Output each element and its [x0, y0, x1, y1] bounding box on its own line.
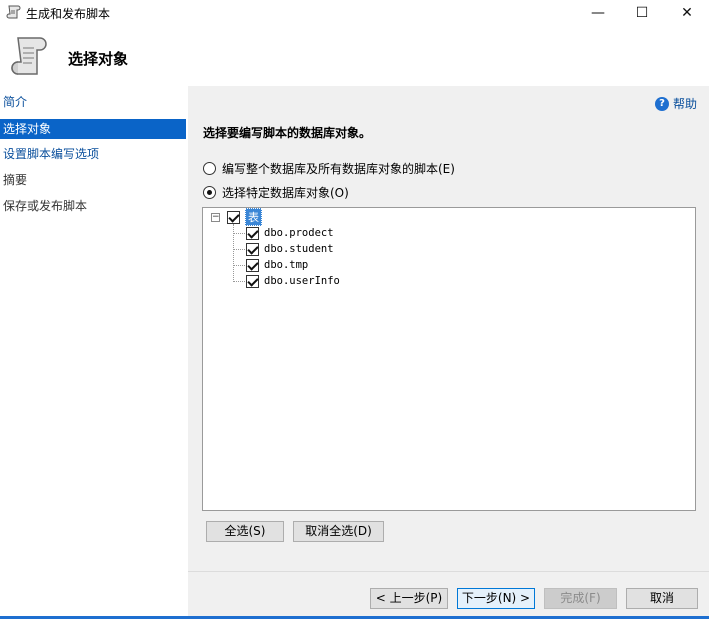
- close-button[interactable]: ✕: [664, 0, 709, 26]
- script-scroll-icon: [11, 37, 47, 75]
- nav-item-scripting-options[interactable]: 设置脚本编写选项: [0, 144, 186, 164]
- checkbox[interactable]: [246, 226, 259, 240]
- nav-item-intro[interactable]: 简介: [0, 92, 186, 112]
- main-panel: ? 帮助 选择要编写脚本的数据库对象。 编写整个数据库及所有数据库对象的脚本(E…: [188, 86, 709, 616]
- section-title: 选择要编写脚本的数据库对象。: [203, 126, 372, 140]
- close-icon: ✕: [681, 5, 693, 21]
- wizard-header: 选择对象: [0, 26, 709, 86]
- help-link[interactable]: ? 帮助: [654, 95, 697, 112]
- tree-node-table[interactable]: dbo.tmp: [246, 257, 308, 273]
- tree-node-label: dbo.prodect: [264, 227, 334, 239]
- tree-node-label: dbo.tmp: [264, 259, 309, 271]
- tree-node-label: dbo.student: [264, 243, 334, 255]
- previous-button[interactable]: < 上一步(P): [370, 588, 448, 609]
- cancel-button[interactable]: 取消: [626, 588, 698, 609]
- checkbox[interactable]: [246, 242, 259, 256]
- checkbox[interactable]: [227, 210, 240, 224]
- nav-item-summary[interactable]: 摘要: [0, 170, 186, 190]
- nav-item-save-publish[interactable]: 保存或发布脚本: [0, 196, 186, 216]
- maximize-button[interactable]: ☐: [619, 0, 665, 26]
- tree-node-table[interactable]: dbo.userInfo: [246, 273, 340, 289]
- radio-label: 编写整个数据库及所有数据库对象的脚本(E): [222, 162, 455, 176]
- help-icon: ?: [654, 96, 669, 111]
- help-label: 帮助: [672, 97, 697, 111]
- radio-button[interactable]: [203, 162, 216, 175]
- tree-node-label: dbo.userInfo: [264, 275, 340, 287]
- select-all-button[interactable]: 全选(S): [206, 521, 284, 542]
- minimize-icon: —: [591, 5, 605, 21]
- page-title: 选择对象: [68, 50, 129, 68]
- tree-node-tables[interactable]: 表: [227, 208, 262, 226]
- radio-select-specific-objects[interactable]: 选择特定数据库对象(O): [203, 184, 349, 201]
- object-tree[interactable]: − 表 dbo.prodect dbo.student dbo.tmp dbo.…: [202, 207, 696, 511]
- checkbox[interactable]: [246, 274, 259, 288]
- tree-node-table[interactable]: dbo.student: [246, 241, 334, 257]
- tree-connector: [233, 249, 245, 250]
- collapse-icon[interactable]: −: [211, 213, 220, 222]
- tree-node-table[interactable]: dbo.prodect: [246, 225, 334, 241]
- deselect-all-button[interactable]: 取消全选(D): [293, 521, 384, 542]
- divider: [188, 571, 709, 572]
- radio-script-entire-db[interactable]: 编写整个数据库及所有数据库对象的脚本(E): [203, 160, 455, 177]
- next-button[interactable]: 下一步(N) >: [457, 588, 535, 609]
- checkbox[interactable]: [246, 258, 259, 272]
- nav-item-select-objects[interactable]: 选择对象: [0, 119, 186, 139]
- finish-button: 完成(F): [544, 588, 617, 609]
- minimize-button[interactable]: —: [575, 0, 621, 26]
- window-title: 生成和发布脚本: [26, 7, 111, 21]
- radio-label: 选择特定数据库对象(O): [222, 186, 349, 200]
- maximize-icon: ☐: [635, 5, 649, 21]
- tree-connector: [233, 265, 245, 266]
- tree-connector: [233, 233, 245, 234]
- tree-connector: [233, 281, 245, 282]
- radio-button[interactable]: [203, 186, 216, 199]
- tree-node-label: 表: [245, 208, 262, 226]
- title-bar: 生成和发布脚本 — ☐ ✕: [0, 0, 709, 26]
- script-scroll-icon: [6, 5, 21, 19]
- wizard-nav: 简介 选择对象 设置脚本编写选项 摘要 保存或发布脚本: [0, 86, 186, 619]
